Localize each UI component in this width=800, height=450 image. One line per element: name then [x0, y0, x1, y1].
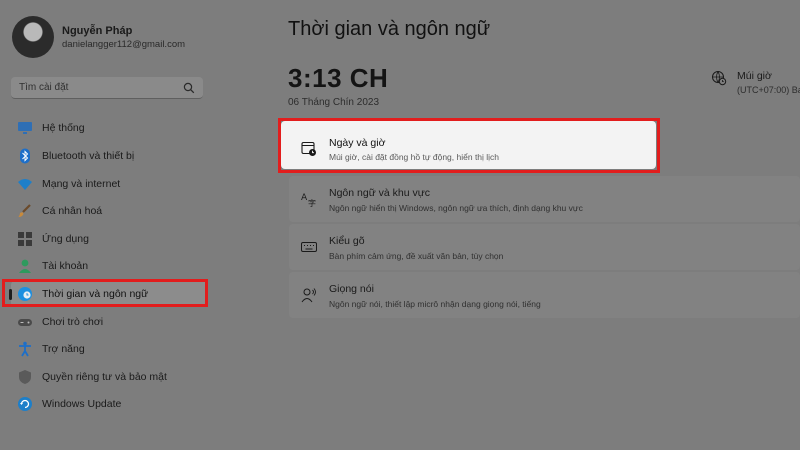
sidebar-item-label: Chơi trò chơi [42, 316, 104, 328]
current-time: 3:13 CH [288, 63, 389, 93]
card-title: Giọng nói [329, 283, 374, 295]
page-title: Thời gian và ngôn ngữ [288, 18, 491, 40]
card-language-region[interactable]: A字 Ngôn ngữ và khu vực Ngôn ngữ hiển thị… [289, 176, 800, 222]
avatar[interactable] [12, 16, 54, 58]
highlight-box-nav [2, 279, 208, 307]
user-email: danielangger112@gmail.com [62, 38, 186, 50]
sidebar-item-personalization[interactable]: Cá nhân hoá [11, 198, 207, 224]
highlight-box-card [278, 118, 660, 173]
wifi-icon [17, 176, 33, 192]
sidebar: Nguyễn Pháp danielangger112@gmail.com Hệ… [0, 0, 262, 450]
svg-text:A: A [301, 193, 308, 203]
sidebar-item-windows-update[interactable]: Windows Update [11, 391, 207, 417]
sidebar-item-label: Trợ năng [42, 343, 85, 355]
sidebar-item-privacy[interactable]: Quyền riêng tư và bảo mật [11, 364, 207, 390]
search-input[interactable] [11, 77, 192, 98]
sidebar-item-label: Ứng dụng [42, 233, 89, 245]
timezone-label: Múi giờ [737, 70, 772, 82]
user-icon [17, 258, 33, 274]
speech-icon [301, 287, 317, 303]
gamepad-icon [17, 314, 33, 330]
sidebar-item-system[interactable]: Hệ thống [11, 115, 207, 141]
sidebar-item-label: Tài khoản [42, 260, 89, 272]
timezone-value: (UTC+07:00) Ba [737, 85, 800, 95]
shield-icon [17, 369, 33, 385]
card-speech[interactable]: Giọng nói Ngôn ngữ nói, thiết lập micrô … [289, 272, 800, 318]
sidebar-item-apps[interactable]: Ứng dụng [11, 226, 207, 252]
globe-clock-icon [711, 70, 727, 95]
card-typing[interactable]: Kiểu gõ Bàn phím cảm ứng, đề xuất văn bả… [289, 224, 800, 270]
monitor-icon [17, 120, 33, 136]
user-name: Nguyễn Pháp [62, 24, 133, 37]
timezone-info[interactable]: Múi giờ (UTC+07:00) Ba [711, 70, 800, 95]
brush-icon [17, 203, 33, 219]
card-title: Ngôn ngữ và khu vực [329, 187, 431, 199]
keyboard-icon [301, 239, 317, 255]
search-icon[interactable] [183, 81, 195, 99]
sidebar-item-label: Windows Update [42, 398, 122, 410]
sidebar-item-label: Quyền riêng tư và bảo mật [42, 371, 167, 383]
language-icon: A字 [301, 191, 317, 208]
sidebar-item-accounts[interactable]: Tài khoản [11, 253, 207, 279]
bluetooth-icon [17, 148, 33, 164]
accessibility-icon [17, 341, 33, 357]
card-description: Bàn phím cảm ứng, đề xuất văn bản, tùy c… [329, 251, 504, 261]
sidebar-item-gaming[interactable]: Chơi trò chơi [11, 309, 207, 335]
sidebar-item-label: Hệ thống [42, 122, 85, 134]
apps-icon [17, 231, 33, 247]
card-description: Ngôn ngữ hiển thị Windows, ngôn ngữ ưa t… [329, 203, 583, 213]
search-box[interactable] [11, 77, 203, 99]
card-description: Ngôn ngữ nói, thiết lập micrô nhận dạng … [329, 299, 541, 309]
sidebar-item-accessibility[interactable]: Trợ năng [11, 336, 207, 362]
sidebar-item-label: Cá nhân hoá [42, 205, 103, 217]
sidebar-item-label: Bluetooth và thiết bị [42, 150, 135, 162]
refresh-icon [17, 396, 33, 412]
sidebar-item-network[interactable]: Mạng và internet [11, 171, 207, 197]
current-date: 06 Tháng Chín 2023 [288, 97, 380, 108]
sidebar-item-label: Mạng và internet [42, 178, 121, 190]
user-profile[interactable]: Nguyễn Pháp danielangger112@gmail.com [12, 16, 185, 58]
sidebar-item-bluetooth[interactable]: Bluetooth và thiết bị [11, 143, 207, 169]
svg-text:字: 字 [308, 198, 316, 207]
card-title: Kiểu gõ [329, 235, 365, 247]
